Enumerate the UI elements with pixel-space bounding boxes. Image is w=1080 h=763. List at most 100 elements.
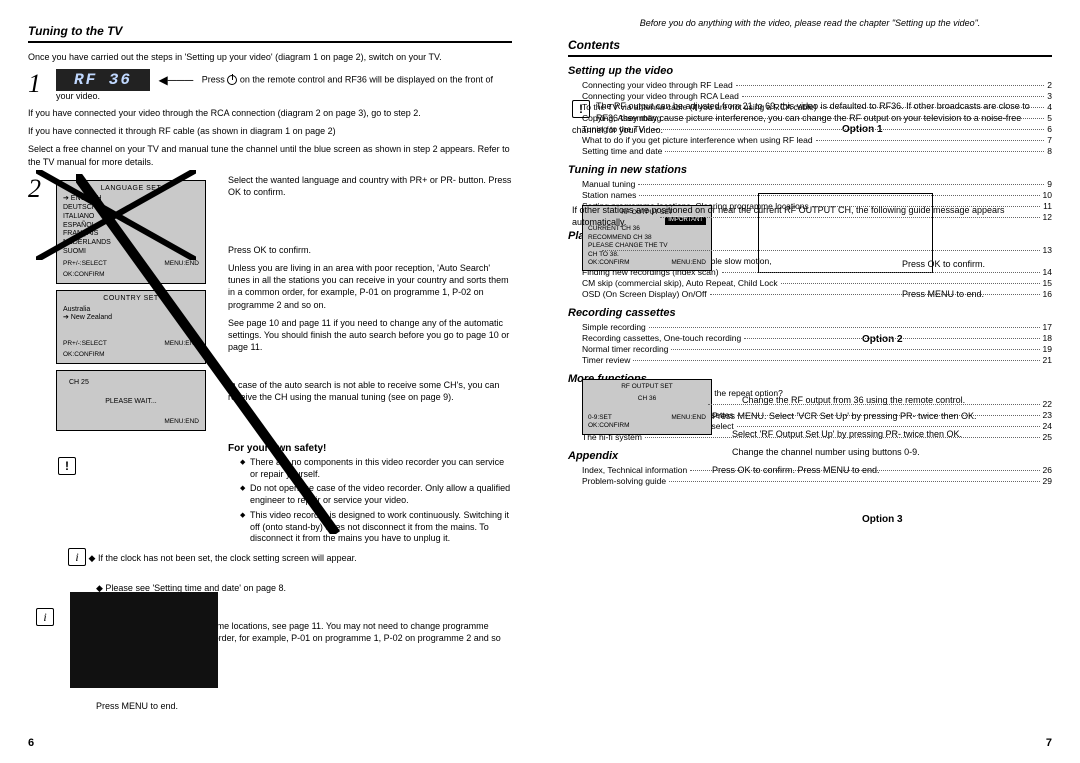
toc-dots bbox=[602, 250, 1040, 251]
toc-page: 29 bbox=[1043, 476, 1052, 486]
step2-case: In case of the auto search is not able t… bbox=[228, 379, 512, 403]
toc-label: Normal timer recording bbox=[582, 344, 668, 354]
page-number-6: 6 bbox=[28, 737, 34, 749]
toc-label: Recording cassettes, One-touch recording bbox=[582, 333, 741, 343]
step2-press-ok: Press OK to confirm. bbox=[228, 244, 512, 256]
intro-left: Once you have carried out the steps in '… bbox=[28, 51, 512, 63]
toc-label: Station names bbox=[582, 190, 636, 200]
toc-label: Manual tuning bbox=[582, 179, 635, 189]
info-icon-2: i bbox=[36, 608, 54, 626]
intro-right: Before you do anything with the video, p… bbox=[568, 18, 1052, 28]
toc-line: Connecting your video through RF Lead 2 bbox=[568, 80, 1052, 90]
contents-heading: Contents bbox=[568, 38, 1052, 57]
osd-rf-output-2: RF OUTPUT SET CH 36 0-9:SETMENU:END OK:C… bbox=[582, 379, 712, 435]
press-menu-note: Press MENU to end. bbox=[902, 288, 1052, 300]
overlay-menu-end: Press MENU to end. bbox=[96, 700, 396, 712]
toc-dots bbox=[639, 195, 1039, 196]
toc-line: Problem-solving guide 29 bbox=[568, 476, 1052, 486]
toc-label: Setting time and date bbox=[582, 146, 662, 156]
option-2-label: Option 2 bbox=[858, 333, 907, 346]
toc-dots bbox=[665, 151, 1044, 152]
toc-dots bbox=[671, 349, 1039, 350]
toc-dots bbox=[737, 426, 1040, 427]
rf-adjust-note: ! The RF output can be adjusted from 21 … bbox=[572, 100, 1052, 136]
toc-dots bbox=[649, 327, 1040, 328]
toc-line: Recording cassettes, One-touch recording… bbox=[568, 333, 1052, 343]
section-title-left: Tuning to the TV bbox=[28, 24, 512, 43]
toc-page: 18 bbox=[1043, 333, 1052, 343]
step-2: 2 LANGUAGE SET ➔ ENGLISH DEUTSCH ITALIAN… bbox=[28, 174, 512, 437]
toc-dots bbox=[781, 283, 1040, 284]
rf-display: RF 36 bbox=[56, 69, 150, 91]
osd-channel-wait: CH 25 PLEASE WAIT... MENU:END bbox=[56, 370, 206, 431]
option2-step-d: Press OK to confirm. Press MENU to end. bbox=[712, 464, 1052, 476]
toc-label: Problem-solving guide bbox=[582, 476, 666, 486]
toc-page: 15 bbox=[1043, 278, 1052, 288]
toc-page: 21 bbox=[1043, 355, 1052, 365]
power-icon bbox=[227, 75, 237, 85]
step2-autosearch: Unless you are living in an area with po… bbox=[228, 262, 512, 311]
toc-dots bbox=[742, 96, 1044, 97]
page-7: Before you do anything with the video, p… bbox=[540, 0, 1080, 763]
toc-page: 2 bbox=[1047, 80, 1052, 90]
toc-label: Simple recording bbox=[582, 322, 646, 332]
osd-language: LANGUAGE SET ➔ ENGLISH DEUTSCH ITALIANO … bbox=[56, 180, 206, 284]
toc-line: Normal timer recording 19 bbox=[568, 344, 1052, 354]
safety-heading: For your own safety! bbox=[228, 443, 512, 454]
overlay-clock: i ◆ If the clock has not been set, the c… bbox=[68, 548, 488, 566]
step-number-2: 2 bbox=[28, 174, 56, 204]
toc-dots bbox=[669, 481, 1039, 482]
option-3-label: Option 3 bbox=[858, 513, 907, 526]
toc-section-heading: Recording cassettes bbox=[568, 307, 1052, 319]
step2-main: Select the wanted language and country w… bbox=[228, 174, 512, 198]
toc-dots bbox=[744, 338, 1039, 339]
toc-dots bbox=[816, 140, 1045, 141]
toc-label: Timer review bbox=[582, 355, 630, 365]
toc-line: Timer review 21 bbox=[568, 355, 1052, 365]
warning-icon-2: ! bbox=[572, 100, 590, 118]
toc-page: 13 bbox=[1043, 245, 1052, 255]
toc-page: 17 bbox=[1043, 322, 1052, 332]
toc-label: OSD (On Screen Display) On/Off bbox=[582, 289, 707, 299]
step2-seepages: See page 10 and page 11 if you need to c… bbox=[228, 317, 512, 353]
toc-page: 10 bbox=[1043, 190, 1052, 200]
safety-bullet-1: There are no components in this video re… bbox=[240, 457, 512, 480]
option2-step-a: Press MENU. Select 'VCR Set Up' by press… bbox=[712, 410, 1052, 422]
after-step1-b: If you have connected it through RF cabl… bbox=[28, 125, 512, 137]
option2-step-b: Select 'RF Output Set Up' by pressing PR… bbox=[732, 428, 1052, 440]
toc-page: 19 bbox=[1043, 344, 1052, 354]
other-stations-note: If other stations are positioned on or n… bbox=[572, 204, 1052, 228]
toc-line: What to do if you get picture interferen… bbox=[568, 135, 1052, 145]
toc-section-heading: Setting up the video bbox=[568, 65, 1052, 77]
option2-desc: Change the RF output from 36 using the r… bbox=[742, 394, 1052, 406]
blank-screenshot-box bbox=[70, 592, 218, 688]
option2-step-c: Change the channel number using buttons … bbox=[732, 446, 1052, 458]
page-6: Tuning to the TV Once you have carried o… bbox=[0, 0, 540, 763]
safety-bullet-2: Do not open the case of the video record… bbox=[240, 483, 512, 506]
toc-section-heading: Tuning in new stations bbox=[568, 164, 1052, 176]
toc-label: CM skip (commercial skip), Auto Repeat, … bbox=[582, 278, 778, 288]
safety-block: ! There are no components in this video … bbox=[56, 457, 512, 548]
info-icon: i bbox=[68, 548, 86, 566]
toc-line: Simple recording 17 bbox=[568, 322, 1052, 332]
step1-text-a: Press bbox=[202, 75, 225, 85]
osd-country: COUNTRY SET Australia ➔ New Zealand PR+/… bbox=[56, 290, 206, 365]
toc-page: 9 bbox=[1047, 179, 1052, 189]
toc-dots bbox=[638, 184, 1044, 185]
step-number-1: 1 bbox=[28, 69, 56, 99]
toc-label: Connecting your video through RF Lead bbox=[582, 80, 733, 90]
toc-dots bbox=[722, 272, 1040, 273]
after-step1-c: Select a free channel on your TV and man… bbox=[28, 143, 512, 167]
toc-dots bbox=[633, 360, 1039, 361]
toc-label: What to do if you get picture interferen… bbox=[582, 135, 813, 145]
toc-dots bbox=[736, 85, 1045, 86]
toc-line: Manual tuning 9 bbox=[568, 179, 1052, 189]
page-number-7: 7 bbox=[1046, 737, 1052, 749]
step-1: 1 RF 36 ◀─── Press on the remote control… bbox=[28, 69, 512, 101]
after-step1-a: If you have connected your video through… bbox=[28, 107, 512, 119]
toc-page: 7 bbox=[1047, 135, 1052, 145]
press-ok-note: Press OK to confirm. bbox=[902, 258, 1052, 270]
toc-line: CM skip (commercial skip), Auto Repeat, … bbox=[568, 278, 1052, 288]
arrow-left-icon: ◀─── bbox=[159, 73, 194, 87]
safety-bullet-3: This video recorder is designed to work … bbox=[240, 510, 512, 545]
